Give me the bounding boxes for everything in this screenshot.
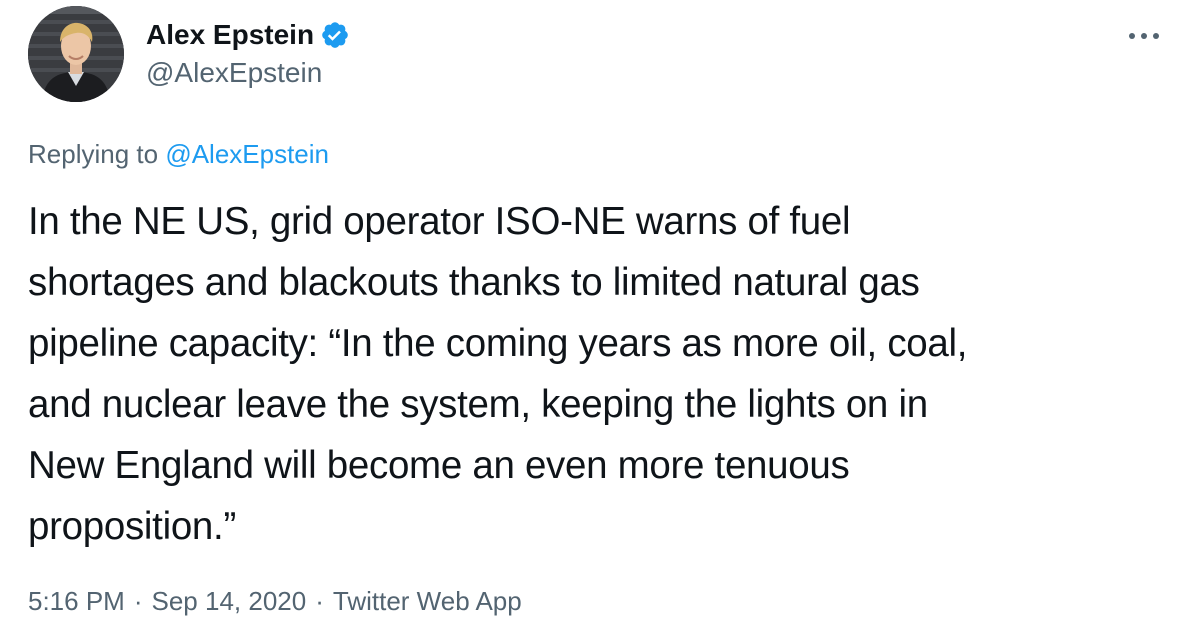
tweet-text: In the NE US, grid operator ISO-NE warns… xyxy=(28,191,1158,557)
tweet-source[interactable]: Twitter Web App xyxy=(333,586,522,616)
avatar[interactable] xyxy=(28,6,124,102)
tweet-date[interactable]: Sep 14, 2020 xyxy=(152,586,307,616)
tweet-meta: 5:16 PM · Sep 14, 2020 · Twitter Web App xyxy=(28,584,522,618)
author-display-name[interactable]: Alex Epstein xyxy=(146,18,314,52)
author-info: Alex Epstein @AlexEpstein xyxy=(146,18,350,90)
author-handle[interactable]: @AlexEpstein xyxy=(146,56,350,90)
meta-separator: · xyxy=(315,586,324,616)
verified-badge-icon xyxy=(320,20,350,50)
tweet-text-line: proposition.” xyxy=(28,505,236,548)
meta-separator: · xyxy=(133,586,143,616)
tweet-card: Alex Epstein @AlexEpstein Replying to @A… xyxy=(0,0,1192,626)
tweet-time[interactable]: 5:16 PM xyxy=(28,586,125,616)
tweet-text-line: pipeline capacity: “In the coming years … xyxy=(28,322,968,365)
tweet-text-line: New England will become an even more ten… xyxy=(28,444,850,487)
tweet-text-line: and nuclear leave the system, keeping th… xyxy=(28,383,928,426)
author-name-row: Alex Epstein xyxy=(146,18,350,52)
tweet-text-line: In the NE US, grid operator ISO-NE warns… xyxy=(28,200,851,243)
reply-handle-link[interactable]: @AlexEpstein xyxy=(165,139,329,169)
replying-to-label: Replying to xyxy=(28,139,166,169)
more-dots-icon[interactable] xyxy=(1122,26,1166,46)
avatar-image xyxy=(28,6,124,102)
replying-to: Replying to @AlexEpstein xyxy=(28,137,329,171)
tweet-text-line: shortages and blackouts thanks to limite… xyxy=(28,261,920,304)
